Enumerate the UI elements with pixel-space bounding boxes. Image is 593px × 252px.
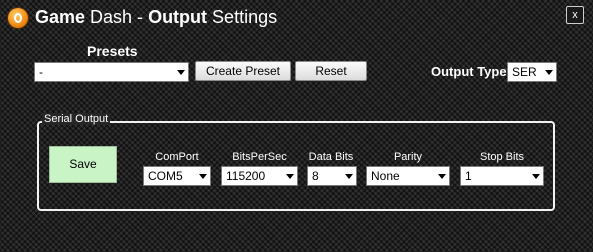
bitspersec-dropdown[interactable]: 115200 [221, 166, 298, 186]
chevron-down-icon [199, 174, 207, 179]
window-title: Game Dash - Output Settings [35, 7, 277, 28]
title-game: Game [35, 7, 86, 27]
output-type-selected-value: SER [512, 65, 537, 79]
output-type-label: Output Type [431, 64, 507, 79]
chevron-down-icon [177, 70, 185, 75]
save-button[interactable]: Save [49, 146, 117, 183]
comport-dropdown[interactable]: COM5 [143, 166, 211, 186]
presets-label: Presets [87, 43, 138, 59]
chevron-down-icon [532, 174, 540, 179]
app-logo-icon [8, 8, 28, 28]
reset-button[interactable]: Reset [295, 61, 367, 81]
data-bits-value: 8 [312, 169, 319, 183]
parity-value: None [371, 169, 400, 183]
comport-value: COM5 [148, 169, 183, 183]
stop-bits-label: Stop Bits [479, 151, 525, 163]
bitspersec-value: 115200 [226, 169, 266, 183]
stop-bits-dropdown[interactable]: 1 [460, 166, 544, 186]
title-dash: Dash - [85, 7, 149, 27]
parity-dropdown[interactable]: None [366, 166, 450, 186]
chevron-down-icon [438, 174, 446, 179]
title-settings: Settings [207, 7, 278, 27]
output-type-dropdown[interactable]: SER [507, 62, 557, 82]
chevron-down-icon [286, 174, 294, 179]
presets-dropdown[interactable]: - [34, 62, 189, 82]
create-preset-button[interactable]: Create Preset [195, 61, 291, 81]
presets-selected-value: - [39, 65, 43, 79]
serial-output-group-label: Serial Output [42, 113, 111, 125]
comport-label: ComPort [155, 151, 199, 163]
data-bits-dropdown[interactable]: 8 [307, 166, 357, 186]
close-button[interactable]: x [566, 6, 584, 24]
stop-bits-value: 1 [465, 169, 472, 183]
title-output: Output [148, 7, 208, 27]
chevron-down-icon [345, 174, 353, 179]
data-bits-label: Data Bits [308, 151, 354, 163]
chevron-down-icon [545, 70, 553, 75]
parity-label: Parity [393, 151, 423, 163]
bitspersec-label: BitsPerSec [232, 151, 287, 163]
